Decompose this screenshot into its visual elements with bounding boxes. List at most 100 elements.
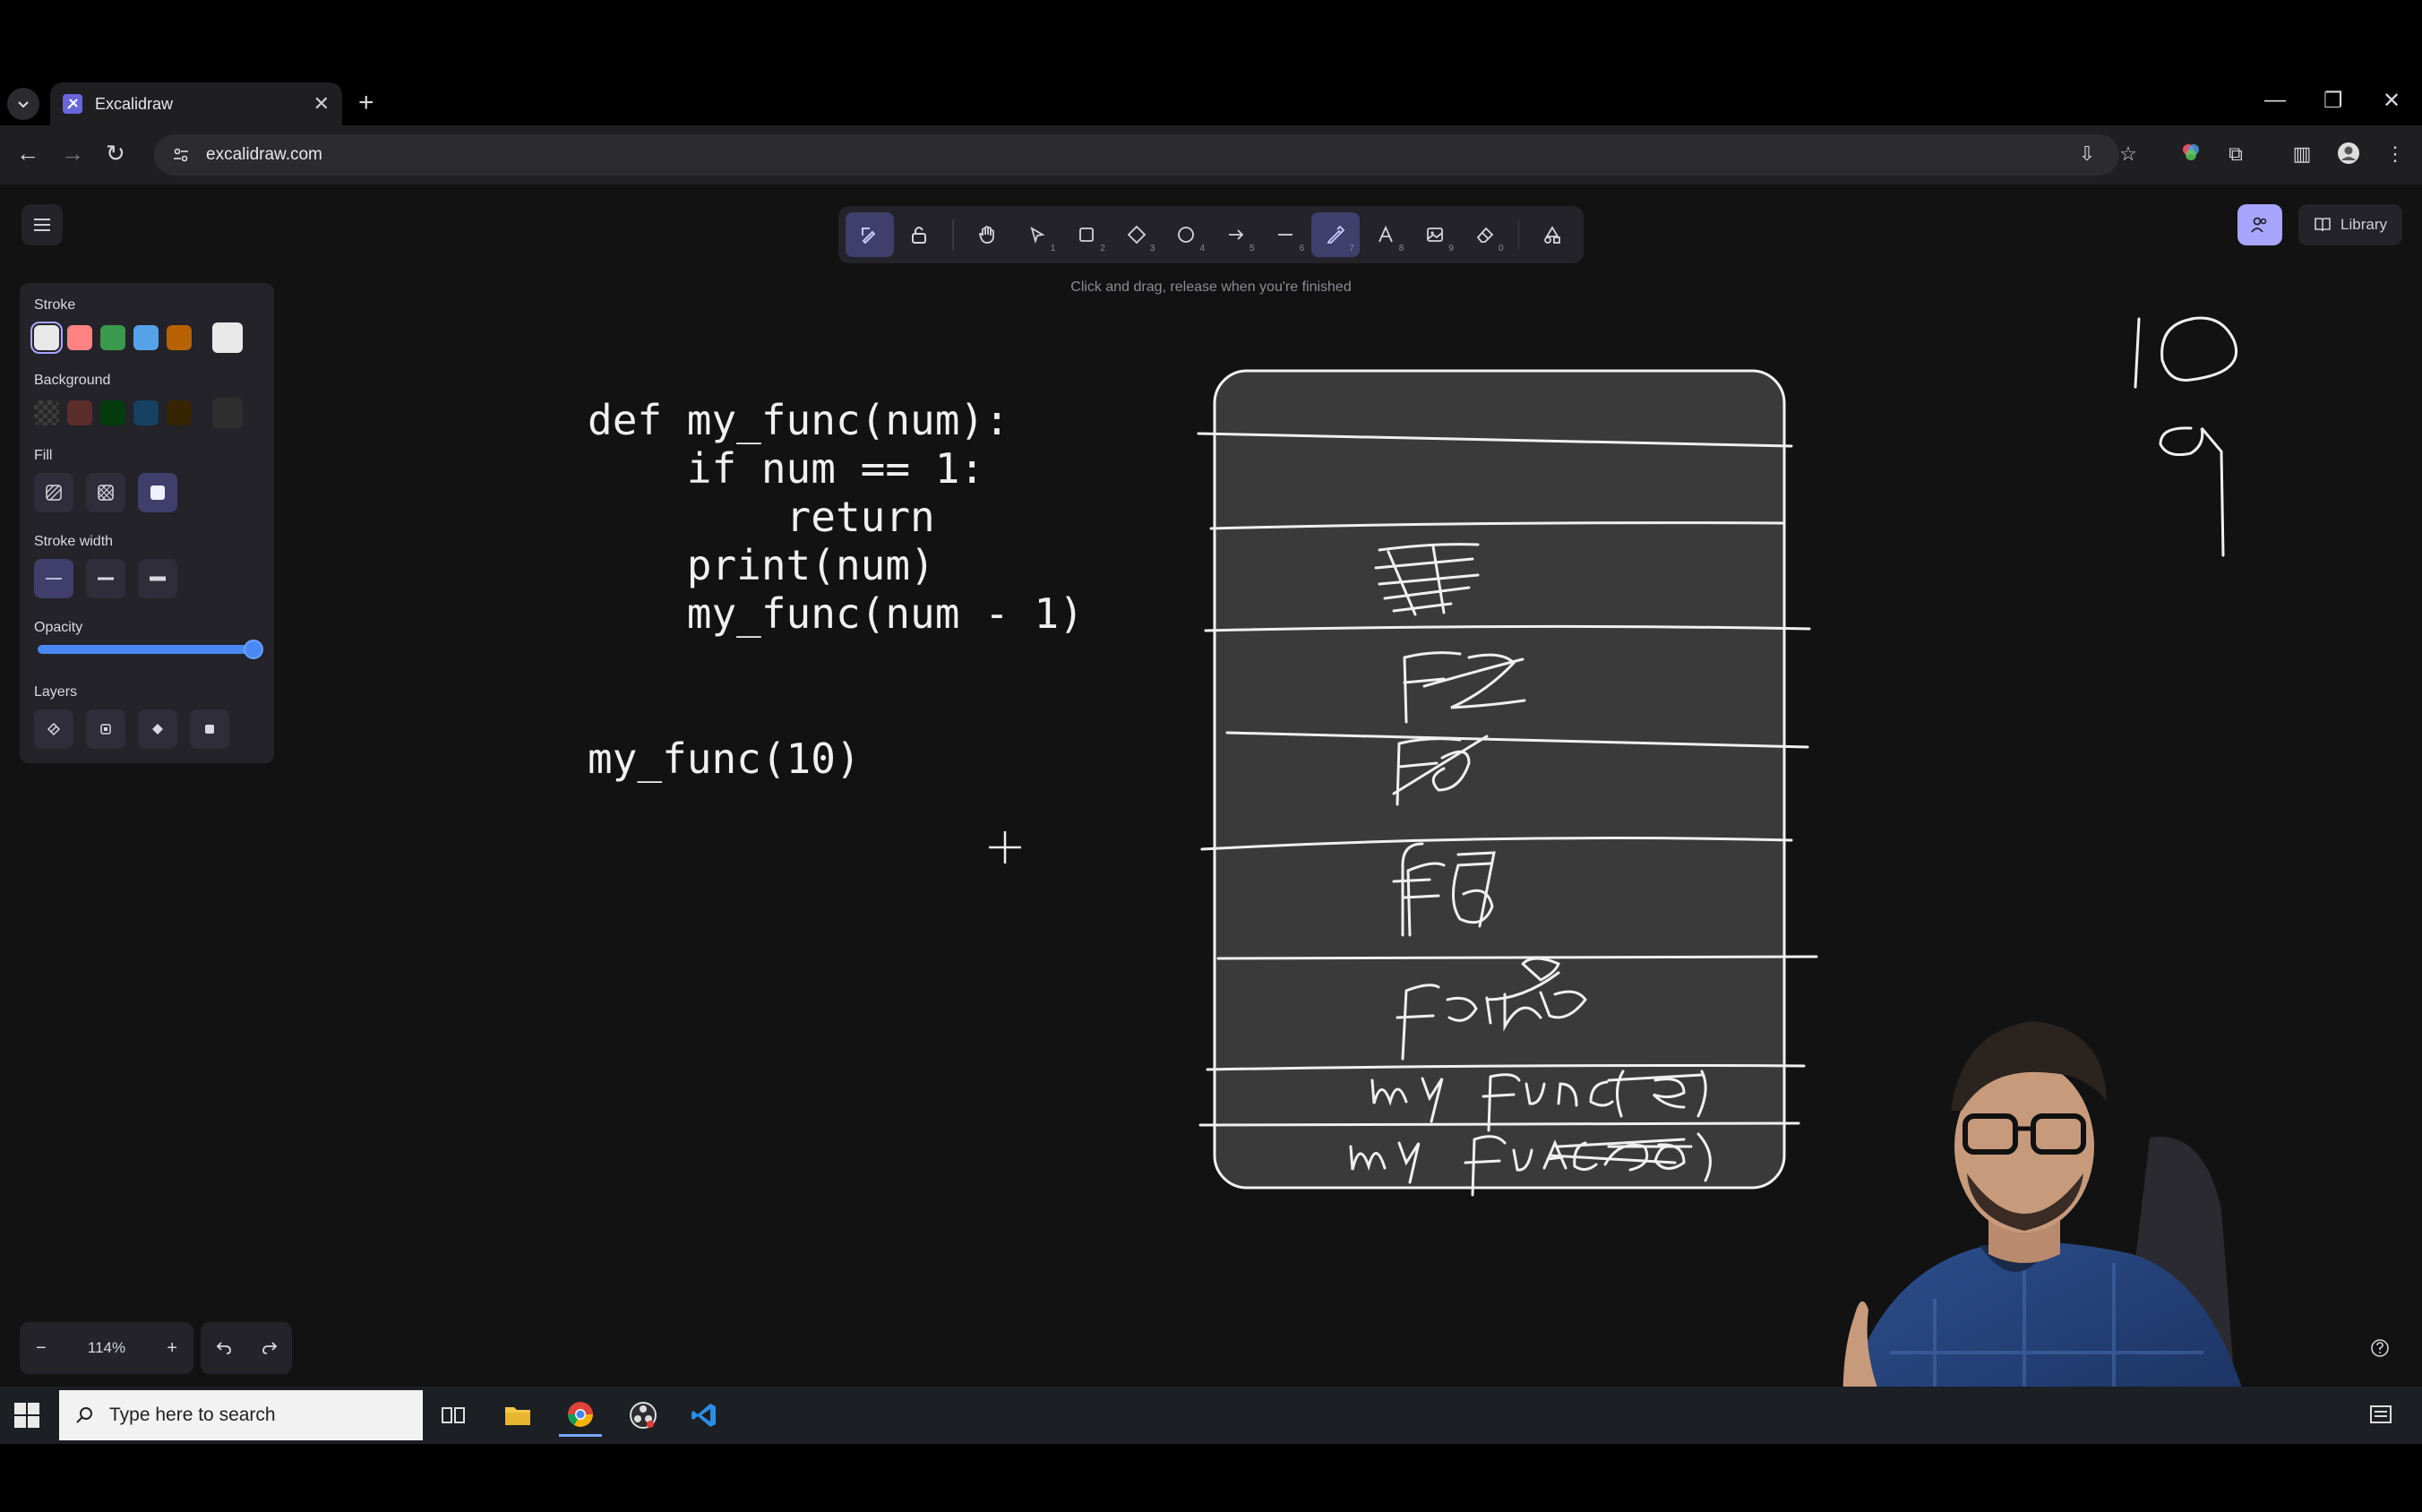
pen-icon bbox=[1327, 225, 1345, 244]
browser-toolbar: ← → ↻ excalidraw.com ⇩ ☆ ⧉ ▥ ⋮ bbox=[0, 125, 2422, 185]
search-icon bbox=[76, 1407, 92, 1423]
bold-line-icon bbox=[98, 577, 114, 580]
fill-label: Fill bbox=[34, 448, 53, 463]
keep-tool-active-button[interactable] bbox=[846, 212, 894, 257]
send-to-back-icon bbox=[47, 722, 61, 736]
extensions-puzzle-icon[interactable]: ⧉ bbox=[2223, 142, 2248, 167]
windows-start-icon[interactable] bbox=[11, 1399, 43, 1431]
color-extension-icon[interactable] bbox=[2178, 142, 2203, 167]
tool-ellipse[interactable]: 4 bbox=[1162, 212, 1210, 257]
stroke-width-label: Stroke width bbox=[34, 534, 114, 549]
tool-arrow[interactable]: 5 bbox=[1212, 212, 1260, 257]
task-view-icon[interactable] bbox=[432, 1394, 475, 1437]
fill-options bbox=[34, 473, 260, 512]
new-tab-button[interactable]: + bbox=[358, 88, 374, 118]
fill-crosshatch-button[interactable] bbox=[86, 473, 125, 512]
stroke-width-thin-button[interactable] bbox=[34, 559, 73, 598]
collaborate-button[interactable] bbox=[2237, 204, 2282, 245]
restore-button[interactable]: ❐ bbox=[2323, 88, 2343, 114]
stroke-swatch-orange[interactable] bbox=[167, 325, 192, 350]
bring-to-front-icon bbox=[205, 725, 214, 734]
background-swatch-transparent[interactable] bbox=[34, 400, 59, 425]
code-line-3: return bbox=[588, 493, 935, 541]
background-swatch-blue[interactable] bbox=[133, 400, 159, 425]
background-current-color[interactable] bbox=[212, 398, 243, 428]
shapes-toolbar: 1 2 3 4 5 6 7 8 9 0 bbox=[838, 206, 1584, 263]
background-swatch-red[interactable] bbox=[67, 400, 92, 425]
tool-hand[interactable] bbox=[963, 212, 1011, 257]
background-swatch-brown[interactable] bbox=[167, 400, 192, 425]
forward-arrow-icon[interactable]: → bbox=[61, 140, 84, 168]
send-backward-button[interactable] bbox=[86, 709, 125, 749]
opacity-slider-thumb[interactable] bbox=[244, 640, 263, 659]
book-icon bbox=[2315, 218, 2331, 232]
redo-icon[interactable] bbox=[262, 1341, 278, 1355]
selection-icon bbox=[1030, 227, 1045, 244]
opacity-slider[interactable] bbox=[38, 640, 263, 659]
fill-hachure-button[interactable] bbox=[34, 473, 73, 512]
stroke-swatch-blue[interactable] bbox=[133, 325, 159, 350]
tool-selection[interactable]: 1 bbox=[1013, 212, 1061, 257]
back-arrow-icon[interactable]: ← bbox=[16, 140, 39, 168]
line-icon bbox=[1278, 234, 1293, 236]
tool-diamond[interactable]: 3 bbox=[1112, 212, 1161, 257]
main-menu-button[interactable] bbox=[21, 204, 63, 245]
stroke-label: Stroke bbox=[34, 297, 76, 313]
undo-icon[interactable] bbox=[216, 1341, 232, 1355]
taskbar-search-box[interactable]: Type here to search bbox=[59, 1390, 423, 1440]
tool-more-shapes[interactable] bbox=[1528, 212, 1576, 257]
taskbar-search-placeholder: Type here to search bbox=[109, 1405, 276, 1425]
bring-forward-button[interactable] bbox=[138, 709, 177, 749]
obs-recorder-icon[interactable] bbox=[622, 1394, 665, 1437]
bookmark-star-icon[interactable]: ☆ bbox=[2116, 142, 2141, 167]
stroke-swatch-red[interactable] bbox=[67, 325, 92, 350]
tab-search-button[interactable] bbox=[7, 88, 39, 120]
zoom-out-button[interactable]: − bbox=[36, 1338, 47, 1359]
vscode-icon[interactable] bbox=[683, 1394, 726, 1437]
stroke-current-color[interactable] bbox=[212, 322, 243, 353]
chrome-icon[interactable] bbox=[559, 1394, 602, 1437]
eraser-icon bbox=[1476, 227, 1493, 243]
tool-line[interactable]: 6 bbox=[1262, 212, 1310, 257]
address-bar[interactable]: excalidraw.com bbox=[154, 134, 2119, 176]
stroke-width-bold-button[interactable] bbox=[86, 559, 125, 598]
toolbar-divider bbox=[952, 219, 955, 250]
stroke-width-extra-bold-button[interactable] bbox=[138, 559, 177, 598]
background-swatch-green[interactable] bbox=[100, 400, 125, 425]
tab-excalidraw[interactable]: Excalidraw ✕ bbox=[50, 82, 342, 125]
side-panel-icon[interactable]: ▥ bbox=[2289, 142, 2315, 167]
bring-to-front-button[interactable] bbox=[190, 709, 229, 749]
tool-rectangle[interactable]: 2 bbox=[1062, 212, 1111, 257]
fill-solid-button[interactable] bbox=[138, 473, 177, 512]
tab-close-icon[interactable]: ✕ bbox=[313, 92, 330, 116]
minimize-button[interactable]: — bbox=[2264, 88, 2286, 113]
tool-text[interactable]: 8 bbox=[1361, 212, 1410, 257]
code-call-line: my_func(10) bbox=[588, 735, 861, 783]
site-info-icon[interactable] bbox=[172, 146, 190, 164]
stroke-swatch-white[interactable] bbox=[30, 322, 63, 354]
notification-center-icon[interactable] bbox=[2359, 1394, 2402, 1437]
tool-eraser[interactable]: 0 bbox=[1461, 212, 1509, 257]
tool-pen[interactable]: 7 bbox=[1311, 212, 1360, 257]
solid-fill-icon bbox=[150, 485, 165, 500]
profile-avatar[interactable] bbox=[2336, 142, 2361, 167]
crosshair-cursor-icon bbox=[989, 831, 1021, 863]
diamond-icon bbox=[1127, 225, 1146, 245]
menu-kebab-icon[interactable]: ⋮ bbox=[2383, 142, 2408, 167]
library-label: Library bbox=[2340, 216, 2387, 233]
send-backward-icon bbox=[100, 724, 111, 735]
webcam-presenter-image bbox=[1836, 1021, 2257, 1444]
zoom-in-button[interactable]: + bbox=[167, 1338, 177, 1359]
install-app-icon[interactable]: ⇩ bbox=[2074, 142, 2100, 167]
tool-image[interactable]: 9 bbox=[1411, 212, 1459, 257]
stroke-swatch-green[interactable] bbox=[100, 325, 125, 350]
library-button[interactable]: Library bbox=[2298, 204, 2402, 245]
excalidraw-favicon-icon bbox=[63, 94, 82, 114]
file-explorer-icon[interactable] bbox=[496, 1394, 539, 1437]
tool-lock[interactable] bbox=[896, 212, 944, 257]
code-line-1: def my_func(num): bbox=[588, 396, 1009, 444]
close-window-button[interactable]: ✕ bbox=[2383, 88, 2401, 114]
reload-icon[interactable]: ↻ bbox=[106, 140, 125, 168]
zoom-level[interactable]: 114% bbox=[88, 1339, 125, 1357]
send-to-back-button[interactable] bbox=[34, 709, 73, 749]
